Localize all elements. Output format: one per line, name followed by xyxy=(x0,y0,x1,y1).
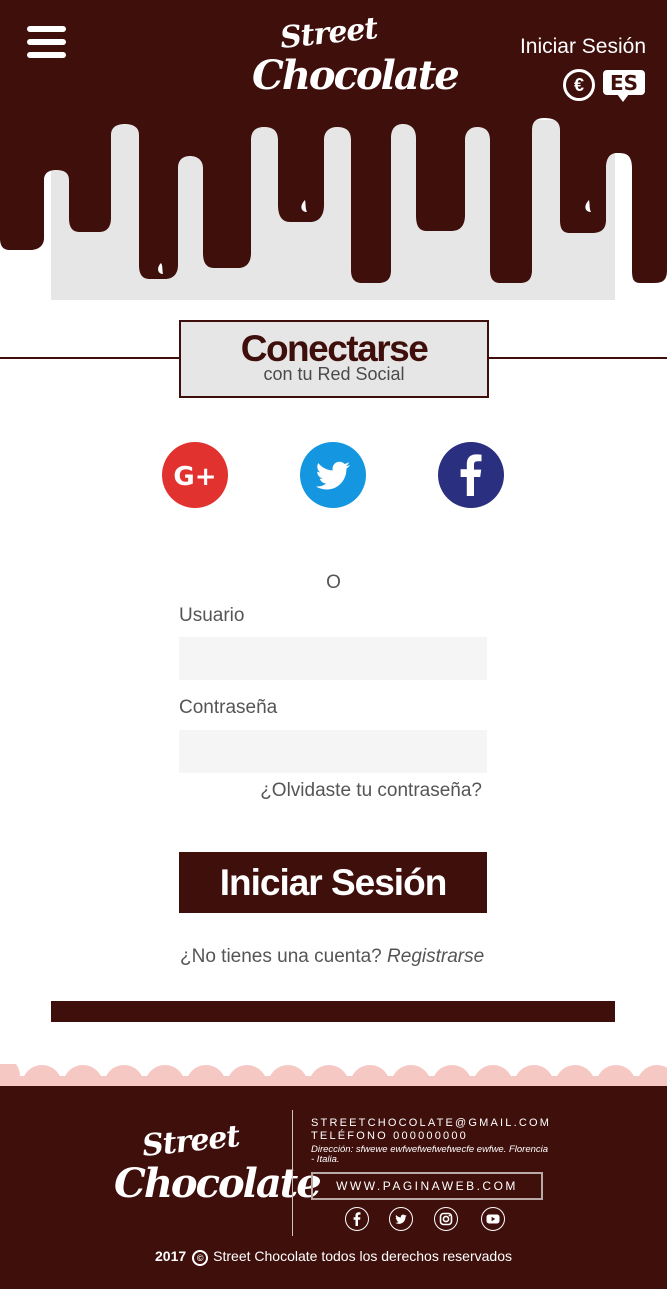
euro-currency-icon[interactable]: € xyxy=(563,69,595,101)
or-separator: O xyxy=(326,572,341,593)
twitter-icon xyxy=(315,461,350,490)
password-label: Contraseña xyxy=(179,697,278,718)
username-label: Usuario xyxy=(179,605,245,626)
footer-twitter-icon[interactable] xyxy=(389,1207,413,1231)
footer-divider xyxy=(292,1110,293,1236)
page-subtitle: con tu Red Social xyxy=(263,364,405,384)
footer-address: Dirección: sfwewe ewfwefwefwefwecfe ewfw… xyxy=(311,1144,549,1165)
footer-facebook-icon[interactable] xyxy=(345,1207,369,1231)
copyright-text: Street Chocolate todos los derechos rese… xyxy=(213,1248,512,1264)
signup-text: ¿No tienes una cuenta? xyxy=(180,946,382,967)
title-rule-left xyxy=(0,357,179,359)
forgot-password-link[interactable]: ¿Olvidaste tu contraseña? xyxy=(260,780,482,802)
logo-line-street: Street xyxy=(278,11,379,56)
facebook-icon xyxy=(353,1212,361,1226)
copyright-line: 2017 © Street Chocolate todos los derechos… xyxy=(0,1248,667,1266)
footer-website-link[interactable]: WWW.PAGINAWEB.COM xyxy=(311,1172,543,1200)
footer-logo: Street Chocolate xyxy=(112,1119,322,1222)
title-rule-right xyxy=(487,357,667,359)
twitter-icon xyxy=(395,1214,407,1224)
language-selector[interactable]: ES xyxy=(603,70,645,102)
footer-youtube-icon[interactable] xyxy=(481,1207,505,1231)
youtube-icon xyxy=(486,1214,500,1224)
footer-instagram-icon[interactable] xyxy=(434,1207,458,1231)
signup-prompt: ¿No tienes una cuenta? Registrarse xyxy=(180,946,484,968)
username-input[interactable] xyxy=(179,637,487,680)
instagram-icon xyxy=(439,1212,453,1226)
copyright-icon: © xyxy=(192,1250,209,1266)
register-link[interactable]: Registrarse xyxy=(387,946,484,967)
footer-scallop-border xyxy=(0,1064,667,1088)
footer-logo-line-street: Street xyxy=(140,1119,241,1164)
header-login-link[interactable]: Iniciar Sesión xyxy=(520,35,646,59)
google-plus-icon: G+ xyxy=(173,462,216,492)
street-chocolate-logo: Street Chocolate xyxy=(250,11,460,114)
footer-email[interactable]: STREETCHOCOLATE@GMAIL.COM xyxy=(311,1117,551,1129)
facebook-login-button[interactable] xyxy=(438,442,504,508)
hamburger-icon[interactable] xyxy=(27,26,67,60)
google-plus-login-button[interactable]: G+ xyxy=(162,442,228,508)
login-submit-button[interactable]: Iniciar Sesión xyxy=(179,852,487,913)
footer-phone: TELÉFONO 000000000 xyxy=(311,1130,469,1142)
twitter-login-button[interactable] xyxy=(300,442,366,508)
copyright-year: 2017 xyxy=(155,1248,187,1264)
logo-line-chocolate: Chocolate xyxy=(252,52,460,99)
svg-text:G+: G+ xyxy=(173,462,216,492)
connect-title-box: Conectarse con tu Red Social xyxy=(179,320,489,398)
password-input[interactable] xyxy=(179,730,487,773)
facebook-icon xyxy=(460,454,482,496)
login-panel-footer-bar xyxy=(51,1001,615,1022)
footer-logo-line-chocolate: Chocolate xyxy=(114,1160,322,1207)
